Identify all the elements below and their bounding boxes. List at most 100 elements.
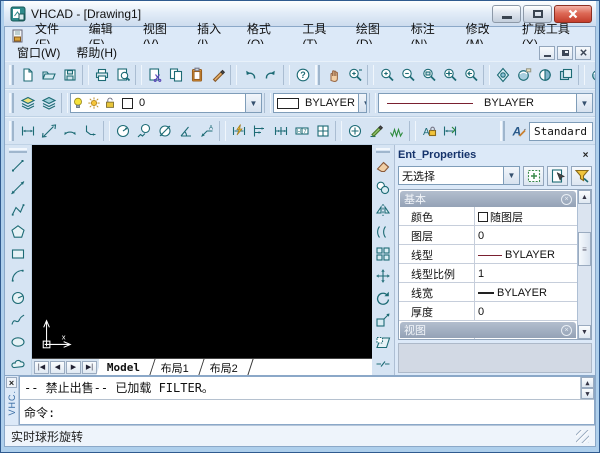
toolbar-grip[interactable] <box>376 148 390 153</box>
menu-item-window[interactable]: 窗口(W) <box>9 44 68 61</box>
drawing-canvas[interactable]: x <box>32 145 372 358</box>
mdi-restore-button[interactable] <box>557 46 573 60</box>
property-value[interactable]: BYLAYER <box>475 245 577 263</box>
dim-ordinate-icon[interactable] <box>80 120 101 142</box>
zoom-realtime-icon[interactable] <box>344 64 365 86</box>
dim-style-lock-icon[interactable]: A <box>418 120 439 142</box>
scale-icon[interactable] <box>373 309 394 331</box>
tab-layout1[interactable]: 布局1 <box>151 359 205 375</box>
zoom-out-icon[interactable] <box>397 64 418 86</box>
linetype-combo-arrow[interactable]: ▼ <box>576 94 592 112</box>
save-icon[interactable] <box>59 64 80 86</box>
tab-nav-button-2[interactable]: ▶ <box>66 361 81 374</box>
construction-line-icon[interactable] <box>8 177 29 199</box>
rotate-icon[interactable] <box>373 287 394 309</box>
quick-dim-icon[interactable] <box>228 120 249 142</box>
new-file-icon[interactable] <box>17 64 38 86</box>
selection-combo-arrow[interactable]: ▼ <box>503 167 519 184</box>
dim-baseline-icon[interactable] <box>249 120 270 142</box>
print-icon[interactable] <box>91 64 112 86</box>
copy-image-icon[interactable] <box>555 64 576 86</box>
move-icon[interactable] <box>373 265 394 287</box>
zoom-previous-icon[interactable] <box>460 64 481 86</box>
circle-icon[interactable] <box>8 287 29 309</box>
mirror-icon[interactable] <box>373 199 394 221</box>
polygon-icon[interactable] <box>8 221 29 243</box>
layer-manager-icon[interactable] <box>17 92 38 114</box>
undo-icon[interactable] <box>239 64 260 86</box>
tab-model[interactable]: Model <box>96 359 155 375</box>
tab-nav-button-1[interactable]: ◀ <box>50 361 65 374</box>
dim-arc-length-icon[interactable] <box>59 120 80 142</box>
linetype-combo[interactable]: BYLAYER ▼ <box>378 93 593 113</box>
dim-angular-icon[interactable] <box>175 120 196 142</box>
menu-item-help[interactable]: 帮助(H) <box>68 44 125 61</box>
dim-aligned-icon[interactable] <box>38 120 59 142</box>
line-icon[interactable] <box>8 155 29 177</box>
erase-icon[interactable] <box>373 155 394 177</box>
mdi-close-button[interactable] <box>575 46 591 60</box>
dim-update-icon[interactable] <box>439 120 460 142</box>
command-scroll-down[interactable]: ▼ <box>581 388 594 399</box>
quick-select-button[interactable] <box>571 166 592 186</box>
palette-scrollbar[interactable]: ▲ ≡ ▼ <box>577 190 591 339</box>
match-properties-icon[interactable] <box>207 64 228 86</box>
cut-icon[interactable] <box>144 64 165 86</box>
materials-icon[interactable] <box>587 64 595 86</box>
mdi-minimize-button[interactable] <box>539 46 555 60</box>
property-value[interactable]: 1271.0722 <box>475 338 577 339</box>
offset-icon[interactable] <box>373 221 394 243</box>
copy-clip-icon[interactable] <box>165 64 186 86</box>
select-objects-button[interactable] <box>547 166 568 186</box>
pan-icon[interactable] <box>323 64 344 86</box>
revision-cloud-icon[interactable] <box>8 353 29 375</box>
shade-icon[interactable] <box>534 64 555 86</box>
quick-leader-icon[interactable]: A <box>196 120 217 142</box>
command-scroll-up[interactable]: ▲ <box>581 377 594 388</box>
section-header[interactable]: 基本× <box>400 191 576 207</box>
dim-style-input[interactable]: Standard <box>529 122 593 141</box>
property-value[interactable]: BYLAYER <box>475 283 577 301</box>
dim-text-edit-icon[interactable] <box>365 120 386 142</box>
dim-frame-icon[interactable] <box>312 120 333 142</box>
render-icon[interactable] <box>513 64 534 86</box>
layer-combo-arrow[interactable]: ▼ <box>245 94 261 112</box>
toolbar-grip[interactable] <box>9 93 14 113</box>
toolbar-grip[interactable] <box>500 121 505 141</box>
property-value[interactable]: 0 <box>475 302 577 320</box>
toolbar-grip[interactable] <box>9 148 27 153</box>
toolbar-grip[interactable] <box>315 65 320 85</box>
dim-linear-icon[interactable] <box>17 120 38 142</box>
dim-center-mark-icon[interactable] <box>344 120 365 142</box>
dim-continue-icon[interactable] <box>270 120 291 142</box>
dim-text-angle-icon[interactable] <box>386 120 407 142</box>
dim-diameter-icon[interactable] <box>154 120 175 142</box>
property-value[interactable]: 1 <box>475 264 577 282</box>
zoom-window-icon[interactable] <box>418 64 439 86</box>
resize-grip[interactable] <box>576 430 589 443</box>
polyline-icon[interactable] <box>8 199 29 221</box>
arc-icon[interactable] <box>8 265 29 287</box>
open-file-icon[interactable] <box>38 64 59 86</box>
selection-combo[interactable]: 无选择 ▼ <box>398 166 520 185</box>
tab-nav-button-3[interactable]: ▶| <box>82 361 97 374</box>
color-combo[interactable]: BYLAYER ▼ <box>273 93 367 113</box>
command-close-button[interactable]: × <box>6 377 17 388</box>
zoom-in-icon[interactable] <box>376 64 397 86</box>
redo-icon[interactable] <box>260 64 281 86</box>
toggle-pickadd-button[interactable] <box>523 166 544 186</box>
toolbar-grip[interactable] <box>9 121 14 141</box>
break-icon[interactable] <box>373 353 394 375</box>
stretch-icon[interactable] <box>373 331 394 353</box>
array-icon[interactable] <box>373 243 394 265</box>
zoom-extents-icon[interactable] <box>439 64 460 86</box>
text-style-icon[interactable]: A <box>508 120 529 142</box>
3d-orbit-icon[interactable] <box>492 64 513 86</box>
dim-radius-icon[interactable] <box>112 120 133 142</box>
scroll-down-button[interactable]: ▼ <box>578 325 591 339</box>
ellipse-icon[interactable] <box>8 331 29 353</box>
property-value[interactable]: 0 <box>475 226 577 244</box>
spline-icon[interactable] <box>8 309 29 331</box>
section-collapse-icon[interactable]: × <box>561 325 572 336</box>
section-collapse-icon[interactable]: × <box>561 194 572 205</box>
